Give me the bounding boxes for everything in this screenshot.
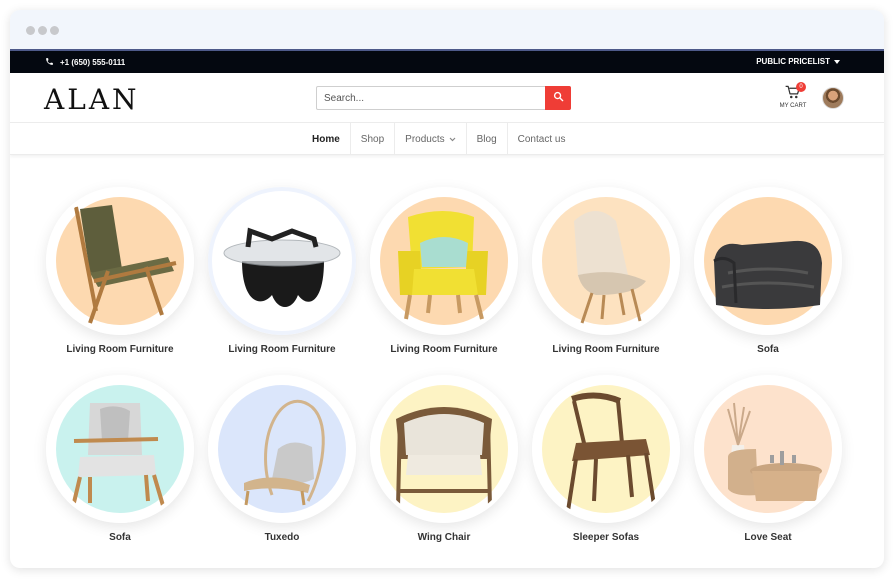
shell-chair-image <box>574 211 646 324</box>
quilted-sofa-image <box>713 240 822 309</box>
nav-shop-label: Shop <box>360 133 385 145</box>
category-image <box>46 187 194 335</box>
category-image <box>532 187 680 335</box>
category-card[interactable]: Wing Chair <box>360 375 520 555</box>
nav-home-label: Home <box>312 133 340 145</box>
category-card[interactable]: Sofa <box>36 375 196 555</box>
yellow-armchair-image <box>398 211 488 320</box>
upholstered-armchair-image <box>70 403 166 512</box>
site-header: ALAN 0 MY CART <box>10 73 884 123</box>
nav-blog[interactable]: Blog <box>467 123 508 155</box>
hoop-chair-image <box>244 399 325 506</box>
category-grid: Living Room Furniture Living Room Furnit… <box>10 155 884 568</box>
nav-products-label: Products <box>405 133 445 145</box>
category-image <box>208 187 356 335</box>
category-card[interactable]: Living Room Furniture <box>198 187 358 367</box>
close-dot[interactable] <box>26 26 35 35</box>
search-button[interactable] <box>545 86 571 110</box>
search-input[interactable] <box>317 87 545 109</box>
category-label: Living Room Furniture <box>66 344 174 355</box>
category-card[interactable]: Sleeper Sofas <box>522 375 682 555</box>
category-label: Love Seat <box>744 532 792 543</box>
category-image <box>532 375 680 523</box>
category-image <box>370 375 518 523</box>
browser-frame: +1 (650) 555-0111 PUBLIC PRICELIST ALAN … <box>10 10 884 568</box>
phone-contact[interactable]: +1 (650) 555-0111 <box>45 57 125 68</box>
category-label: Wing Chair <box>417 532 471 543</box>
category-label: Living Room Furniture <box>390 344 498 355</box>
window-chrome <box>10 10 884 51</box>
phone-number: +1 (650) 555-0111 <box>60 58 126 67</box>
category-card[interactable]: Living Room Furniture <box>36 187 196 367</box>
glass-table-image <box>223 227 341 307</box>
category-image <box>694 187 842 335</box>
lounge-chair-image <box>74 205 177 324</box>
category-label: Sofa <box>757 344 779 355</box>
cart-label: MY CART <box>779 103 807 109</box>
wing-chair-image <box>396 407 492 508</box>
nav-contact-label: Contact us <box>517 133 566 145</box>
maximize-dot[interactable] <box>50 26 59 35</box>
cart-count-badge: 0 <box>796 82 806 92</box>
top-bar: +1 (650) 555-0111 PUBLIC PRICELIST <box>10 51 884 73</box>
nav-home[interactable]: Home <box>302 123 351 155</box>
minimize-dot[interactable] <box>38 26 47 35</box>
category-card[interactable]: Tuxedo <box>198 375 358 555</box>
cart-button[interactable]: 0 MY CART <box>776 82 810 113</box>
category-image <box>694 375 842 523</box>
site-logo[interactable]: ALAN <box>44 83 140 116</box>
category-card[interactable]: Love Seat <box>684 375 844 555</box>
coffee-table-decor-image <box>727 402 822 501</box>
category-card[interactable]: Sofa <box>684 187 844 367</box>
category-image <box>208 375 356 523</box>
caret-down-icon <box>834 57 840 66</box>
category-label: Sleeper Sofas <box>572 532 640 543</box>
category-label: Sofa <box>109 532 131 543</box>
pricelist-label: PUBLIC PRICELIST <box>756 57 830 66</box>
phone-icon <box>45 57 54 68</box>
category-card[interactable]: Living Room Furniture <box>360 187 520 367</box>
search-icon <box>553 89 564 107</box>
category-image <box>370 187 518 335</box>
nav-products[interactable]: Products <box>395 123 467 155</box>
chevron-down-icon <box>449 134 456 145</box>
nav-contact[interactable]: Contact us <box>508 123 576 155</box>
nav-shop[interactable]: Shop <box>351 123 396 155</box>
category-image <box>46 375 194 523</box>
pricelist-dropdown[interactable]: PUBLIC PRICELIST <box>756 57 840 66</box>
main-nav: Home Shop Products Blog Contact us <box>10 123 884 155</box>
category-card[interactable]: Living Room Furniture <box>522 187 682 367</box>
category-label: Tuxedo <box>264 532 300 543</box>
category-label: Living Room Furniture <box>228 344 336 355</box>
category-label: Living Room Furniture <box>552 344 660 355</box>
user-avatar[interactable] <box>822 87 844 109</box>
nav-blog-label: Blog <box>476 133 497 145</box>
wooden-chair-image <box>566 392 656 512</box>
search-box <box>316 86 571 110</box>
